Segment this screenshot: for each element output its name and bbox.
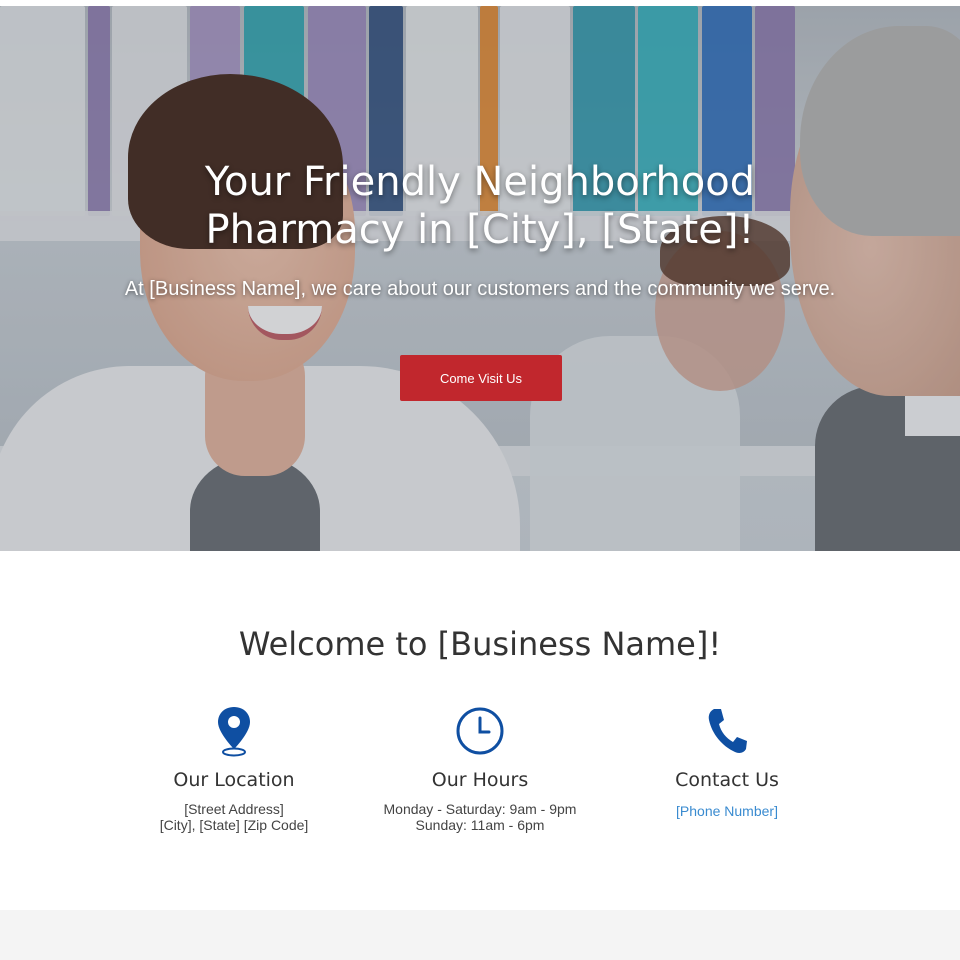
location-address: [Street Address] [City], [State] [Zip Co… [104, 801, 364, 833]
street-address: [Street Address] [184, 801, 284, 817]
feature-heading-contact: Contact Us [675, 769, 779, 791]
hero-title-line-1: Your Friendly Neighborhood [204, 159, 756, 205]
clock-icon [456, 707, 504, 755]
sunday-hours: Sunday: 11am - 6pm [415, 817, 545, 833]
hero-section: Your Friendly Neighborhood Pharmacy in [… [0, 6, 960, 551]
hero-title-line-2: Pharmacy in [City], [State]! [205, 207, 755, 253]
feature-location: Our Location [Street Address] [City], [S… [104, 705, 364, 833]
hero-subtitle: At [Business Name], we care about our cu… [124, 278, 836, 300]
hero-title: Your Friendly Neighborhood Pharmacy in [… [130, 158, 830, 254]
map-pin-icon [218, 707, 250, 757]
feature-heading-hours: Our Hours [431, 769, 529, 791]
phone-number-link[interactable]: [Phone Number] [676, 803, 778, 819]
phone-icon [708, 709, 747, 753]
contact-info: [Phone Number] [597, 801, 857, 820]
welcome-title: Welcome to [Business Name]! [238, 625, 722, 663]
weekday-hours: Monday - Saturday: 9am - 9pm [383, 801, 577, 817]
city-state-zip: [City], [State] [Zip Code] [159, 817, 309, 833]
footer-band [0, 910, 960, 960]
feature-heading-location: Our Location [173, 769, 295, 791]
hours-list: Monday - Saturday: 9am - 9pm Sunday: 11a… [350, 801, 610, 833]
come-visit-us-button[interactable]: Come Visit Us [400, 355, 562, 401]
hero-content: Your Friendly Neighborhood Pharmacy in [… [0, 6, 960, 551]
feature-hours: Our Hours Monday - Saturday: 9am - 9pm S… [350, 705, 610, 833]
feature-contact: Contact Us [Phone Number] [597, 705, 857, 820]
